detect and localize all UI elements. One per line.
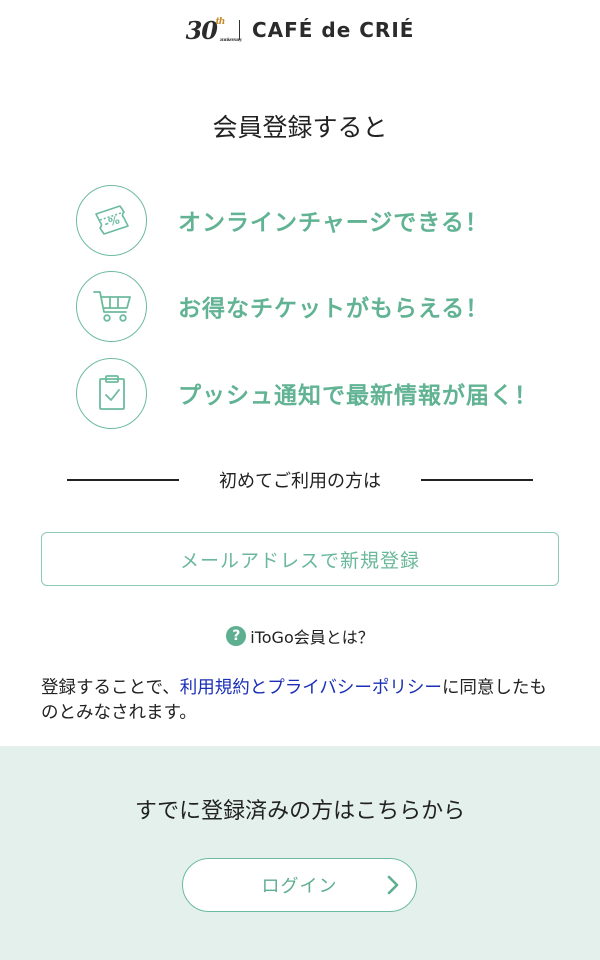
- login-button[interactable]: ログイン: [182, 858, 417, 912]
- anniversary-mark: 30 th anniversary: [185, 15, 243, 45]
- first-time-divider: 初めてご利用の方は: [0, 466, 600, 494]
- feature-text: オンラインチャージできる！: [178, 210, 489, 236]
- divider-line: [67, 479, 179, 481]
- coupon-icon: -%: [76, 184, 147, 256]
- terms-notice: 登録することで、利用規約とプライバシーポリシーに同意したものとみなされます。: [41, 676, 561, 726]
- cart-icon: [76, 270, 147, 342]
- svg-text:-%: -%: [102, 213, 121, 230]
- header: 30 th anniversary CAFÉ de CRIÉ: [0, 0, 600, 60]
- anniversary-number: 30: [185, 15, 218, 45]
- itogo-help-text: iToGo会員とは？: [250, 628, 374, 647]
- terms-privacy-link[interactable]: 利用規約とプライバシーポリシー: [180, 678, 442, 698]
- email-register-button[interactable]: メールアドレスで新規登録: [41, 532, 559, 586]
- clipboard-icon: [76, 357, 147, 429]
- anniversary-suffix: th: [215, 16, 226, 27]
- email-register-label: メールアドレスで新規登録: [179, 549, 420, 572]
- feature-item-push: プッシュ通知で最新情報が届く！: [76, 357, 576, 429]
- page-title: 会員登録すると: [212, 113, 388, 142]
- first-time-label: 初めてご利用の方は: [219, 471, 381, 492]
- login-panel-title: すでに登録済みの方はこちらから: [134, 799, 466, 824]
- brand-logo: 30 th anniversary CAFÉ de CRIÉ: [186, 16, 415, 45]
- question-icon: ?: [226, 626, 247, 646]
- itogo-help-link[interactable]: ? iToGo会員とは？: [0, 624, 600, 648]
- terms-text-before: 登録することで、: [41, 678, 180, 698]
- feature-item-tickets: お得なチケットがもらえる！: [76, 270, 576, 342]
- login-panel: すでに登録済みの方はこちらから ログイン: [0, 746, 600, 960]
- chevron-right-icon: [387, 875, 399, 895]
- divider-line: [421, 479, 533, 481]
- feature-item-online-charge: -% オンラインチャージできる！: [76, 184, 576, 256]
- feature-text: お得なチケットがもらえる！: [178, 296, 490, 322]
- login-button-label: ログイン: [261, 876, 338, 897]
- brand-name: CAFÉ de CRIÉ: [251, 18, 415, 42]
- feature-text: プッシュ通知で最新情報が届く！: [178, 383, 538, 409]
- anniversary-word: anniversary: [219, 36, 243, 43]
